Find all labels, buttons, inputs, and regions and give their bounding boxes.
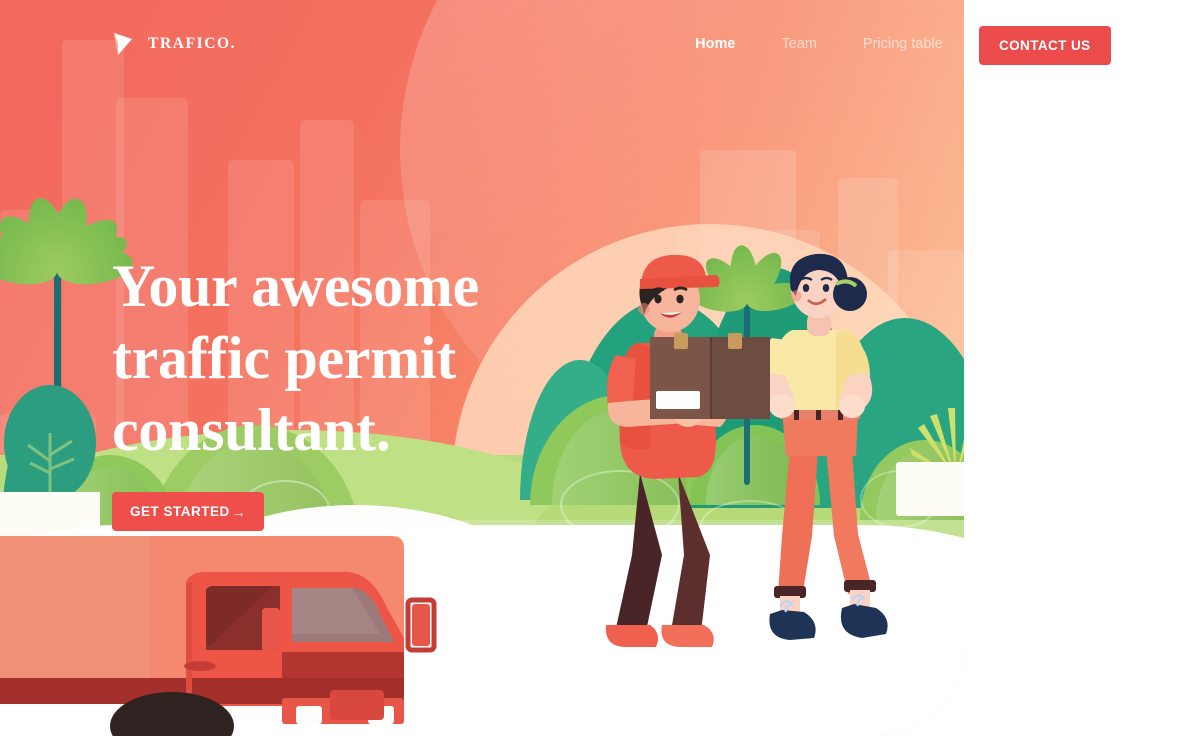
man-eye [654, 294, 662, 304]
man-shoe [661, 625, 714, 647]
box-seam [710, 337, 712, 419]
man-shoe [605, 625, 658, 647]
nav-item-pricing-table[interactable]: Pricing table [840, 36, 966, 52]
delivery-truck-illustration [0, 536, 437, 736]
hero-copy: Your awesome traffic permit consultant. … [112, 250, 479, 531]
woman-sneaker [769, 610, 816, 640]
paper-plane-icon [112, 31, 134, 57]
man-back-leg [614, 473, 662, 641]
box-label [656, 391, 700, 409]
white-planter [896, 462, 964, 516]
truck-door-handle [184, 661, 216, 671]
woman-left-leg [778, 448, 818, 598]
truck-door-edge [186, 582, 192, 706]
truck-grille [330, 690, 384, 720]
landing-page: TRAFICO. Home Team Pricing table Help CO… [0, 0, 1200, 736]
headline-line-2: traffic permit [112, 325, 456, 391]
page-title: Your awesome traffic permit consultant. [112, 250, 479, 466]
woman-eye [802, 284, 810, 292]
main-navigation: TRAFICO. Home Team Pricing table Help CO… [0, 0, 1200, 88]
woman-right-leg [826, 448, 872, 594]
woman-illustration [759, 253, 888, 640]
nav-item-home[interactable]: Home [672, 36, 758, 52]
man-eye [676, 294, 684, 304]
box-tape [728, 333, 742, 349]
headline-line-3: consultant. [112, 397, 391, 463]
man-cheek [638, 303, 650, 315]
cardboard-box [650, 333, 770, 419]
nav-item-team[interactable]: Team [758, 36, 839, 52]
arrow-right-icon: → [231, 503, 247, 520]
woman-cheek [790, 290, 802, 302]
get-started-label: GET STARTED [130, 504, 230, 519]
box-tape [674, 333, 688, 349]
truck-cargo-left [0, 536, 150, 680]
contact-us-button[interactable]: CONTACT US [979, 26, 1111, 65]
get-started-button[interactable]: GET STARTED → [112, 492, 265, 531]
truck-lower-band [282, 652, 404, 678]
man-front-leg [670, 473, 710, 641]
brand-name: TRAFICO. [148, 35, 237, 52]
truck-door-mirror [262, 608, 280, 652]
woman-hand [839, 394, 865, 418]
truck-headlight [296, 706, 322, 724]
brand-logo[interactable]: TRAFICO. [112, 31, 236, 57]
woman-sneaker [840, 604, 888, 638]
truck-mirror-glass [412, 604, 430, 646]
woman-hand [769, 394, 795, 418]
headline-line-1: Your awesome [112, 253, 479, 319]
woman-eye [822, 284, 830, 292]
